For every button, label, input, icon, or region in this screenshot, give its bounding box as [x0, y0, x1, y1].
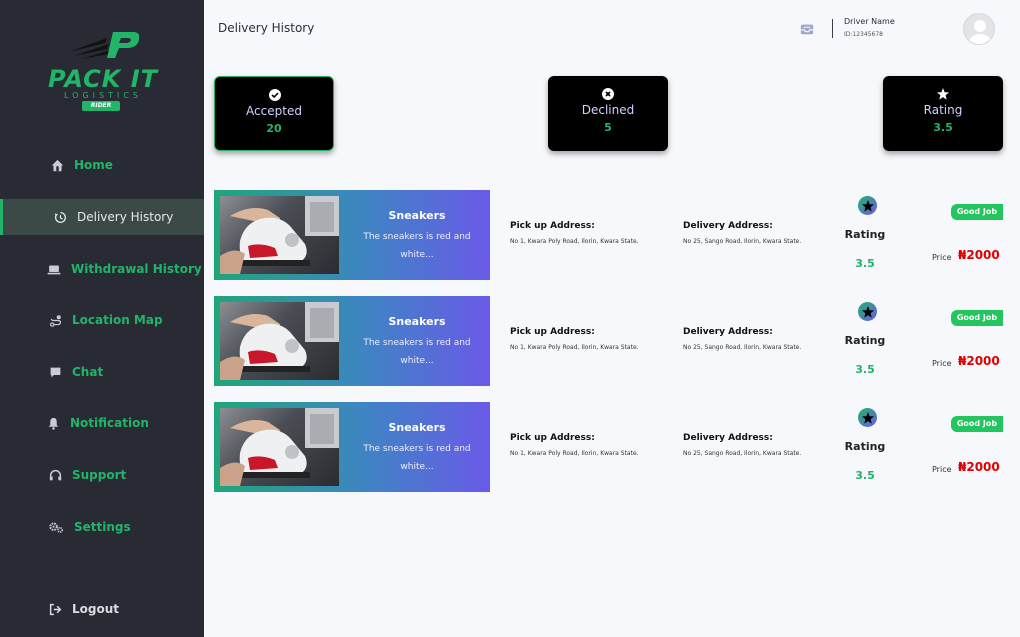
- logout-icon: [48, 602, 62, 616]
- sidebar-item-label: Settings: [74, 520, 131, 534]
- sidebar: PACK IT LOGISTICS RIDER Home Delivery Hi…: [0, 0, 204, 637]
- rating-value: 3.5: [855, 363, 875, 376]
- price-value: ₦2000: [958, 460, 1000, 474]
- rating-label: Rating: [844, 440, 886, 453]
- driver-name: Driver Name: [844, 17, 895, 26]
- delivery-address: No 25, Sango Road, Ilorin, Kwara State.: [683, 344, 802, 351]
- star-icon: [937, 88, 949, 100]
- brand-name: PACK IT: [47, 65, 159, 93]
- sidebar-item-notification[interactable]: Notification: [0, 405, 204, 441]
- sidebar-item-label: Withdrawal History: [71, 262, 202, 276]
- sidebar-item-label: Notification: [70, 416, 149, 430]
- price-value: ₦2000: [958, 354, 1000, 368]
- sneaker-image: [220, 196, 339, 274]
- driver-id: ID:12345678: [844, 31, 883, 38]
- delivery-address: No 25, Sango Road, Ilorin, Kwara State.: [683, 238, 802, 245]
- pickup-address: No 1, Kwara Poly Road, Ilorin, Kwara Sta…: [510, 238, 639, 245]
- rating-label: Rating: [844, 334, 886, 347]
- logout-label: Logout: [72, 602, 120, 616]
- stat-label: Accepted: [246, 104, 302, 118]
- stat-label: Declined: [581, 103, 635, 117]
- item-banner: Sneakers The sneakers is red and white..…: [214, 190, 490, 280]
- rating-value: 3.5: [855, 469, 875, 482]
- header-divider: [832, 19, 833, 38]
- pickup-address: No 1, Kwara Poly Road, Ilorin, Kwara Sta…: [510, 450, 639, 457]
- rating-star-icon: [858, 302, 877, 321]
- status-badge: Good Job: [951, 204, 1003, 220]
- status-badge: Good Job: [951, 310, 1003, 326]
- page-title: Delivery History: [218, 21, 315, 35]
- home-icon: [50, 158, 64, 172]
- bell-icon: [46, 416, 60, 430]
- item-title: Sneakers: [388, 421, 446, 434]
- stat-card-rating: Rating 3.5: [883, 76, 1003, 151]
- logout-button[interactable]: Logout: [0, 591, 204, 627]
- laptop-icon: [47, 262, 61, 276]
- check-icon: [269, 89, 281, 101]
- rating-value: 3.5: [855, 257, 875, 270]
- inbox-icon[interactable]: [800, 22, 814, 36]
- sidebar-item-label: Location Map: [72, 313, 163, 327]
- rating-star-icon: [858, 408, 877, 427]
- gears-icon: [48, 520, 64, 534]
- rating-label: Rating: [844, 228, 886, 241]
- stat-label: Rating: [923, 103, 963, 117]
- avatar[interactable]: [963, 13, 995, 45]
- brand-sub: LOGISTICS: [63, 91, 142, 100]
- headset-icon: [48, 468, 62, 482]
- delivery-label: Delivery Address:: [683, 433, 773, 443]
- item-description: The sneakers is red and white...: [363, 338, 471, 366]
- item-banner: Sneakers The sneakers is red and white..…: [214, 296, 490, 386]
- sidebar-item-label: Delivery History: [77, 210, 174, 224]
- history-icon: [53, 210, 67, 224]
- sidebar-item-settings[interactable]: Settings: [0, 509, 204, 545]
- pickup-label: Pick up Address:: [510, 221, 595, 231]
- item-banner: Sneakers The sneakers is red and white..…: [214, 402, 490, 492]
- x-circle-icon: [602, 88, 614, 100]
- sidebar-item-label: Chat: [72, 365, 104, 379]
- delivery-label: Delivery Address:: [683, 327, 773, 337]
- sidebar-item-support[interactable]: Support: [0, 457, 204, 493]
- price-label: Price: [932, 465, 952, 474]
- brand-badge: RIDER: [82, 101, 120, 111]
- rating-star-icon: [858, 196, 877, 215]
- stat-card-accepted: Accepted 20: [214, 76, 334, 151]
- stat-value: 3.5: [933, 121, 953, 134]
- sneaker-image: [220, 302, 339, 380]
- sneaker-image: [220, 408, 339, 486]
- user-avatar-icon: [968, 20, 992, 44]
- chat-icon: [48, 365, 62, 379]
- delivery-address: No 25, Sango Road, Ilorin, Kwara State.: [683, 450, 802, 457]
- item-description: The sneakers is red and white...: [363, 444, 471, 472]
- sidebar-item-label: Support: [72, 468, 127, 482]
- stat-card-declined: Declined 5: [548, 76, 668, 151]
- delivery-row[interactable]: Sneakers The sneakers is red and white..…: [214, 190, 1004, 280]
- item-title: Sneakers: [388, 209, 446, 222]
- sidebar-item-chat[interactable]: Chat: [0, 354, 204, 390]
- item-title: Sneakers: [388, 315, 446, 328]
- stat-value: 20: [266, 122, 282, 135]
- brand-logo[interactable]: PACK IT LOGISTICS RIDER: [33, 30, 173, 115]
- price-label: Price: [932, 253, 952, 262]
- price-value: ₦2000: [958, 248, 1000, 262]
- sidebar-item-location-map[interactable]: Location Map: [0, 302, 204, 338]
- pickup-address: No 1, Kwara Poly Road, Ilorin, Kwara Sta…: [510, 344, 639, 351]
- route-icon: [48, 313, 62, 327]
- delivery-label: Delivery Address:: [683, 221, 773, 231]
- delivery-row[interactable]: Sneakers The sneakers is red and white..…: [214, 402, 1004, 492]
- price-label: Price: [932, 359, 952, 368]
- status-badge: Good Job: [951, 416, 1003, 432]
- item-description: The sneakers is red and white...: [363, 232, 471, 260]
- stat-value: 5: [604, 121, 612, 134]
- sidebar-item-withdrawal-history[interactable]: Withdrawal History: [0, 251, 204, 287]
- sidebar-item-home[interactable]: Home: [0, 147, 204, 183]
- sidebar-item-label: Home: [74, 158, 113, 172]
- pickup-label: Pick up Address:: [510, 433, 595, 443]
- sidebar-item-delivery-history[interactable]: Delivery History: [0, 199, 204, 235]
- pickup-label: Pick up Address:: [510, 327, 595, 337]
- delivery-row[interactable]: Sneakers The sneakers is red and white..…: [214, 296, 1004, 386]
- logo-mark-icon: [69, 32, 139, 59]
